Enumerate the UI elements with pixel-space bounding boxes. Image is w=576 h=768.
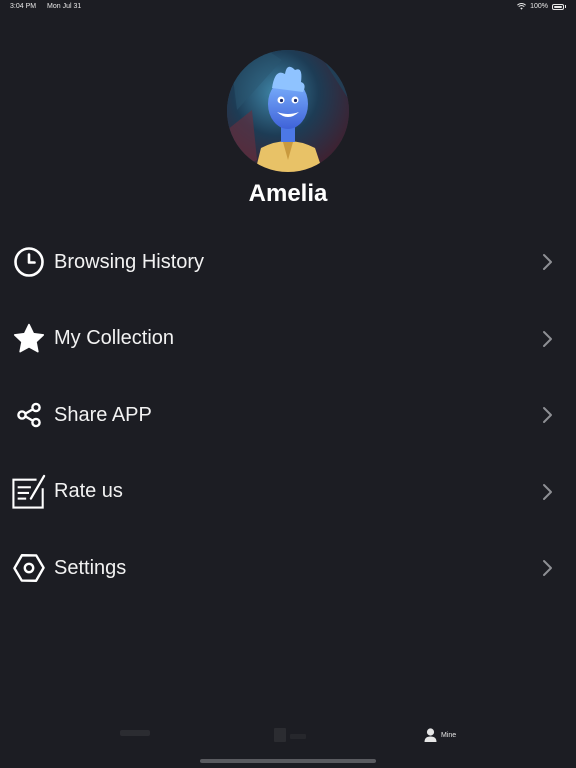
menu-item-my-collection[interactable]: My Collection <box>0 301 576 378</box>
tab-library[interactable] <box>274 728 306 742</box>
menu-item-label: My Collection <box>54 327 175 350</box>
wifi-icon <box>517 3 527 10</box>
chevron-right-icon <box>543 330 552 347</box>
status-bar: 3:04 PM Mon Jul 31 100% <box>0 0 576 14</box>
menu-item-label: Rate us <box>54 480 123 503</box>
tab-home[interactable] <box>120 728 150 738</box>
hexagon-gear-icon <box>12 551 46 585</box>
menu-item-share-app[interactable]: Share APP <box>0 377 576 454</box>
chevron-right-icon <box>543 560 552 577</box>
menu-item-label: Browsing History <box>54 250 205 273</box>
profile-menu: Browsing History My Collection Share APP… <box>0 224 576 607</box>
character-avatar-icon <box>227 50 349 172</box>
home-indicator[interactable] <box>200 759 376 763</box>
avatar[interactable] <box>227 50 349 172</box>
menu-item-rate-us[interactable]: Rate us <box>0 454 576 531</box>
battery-percent: 100% <box>530 3 548 10</box>
menu-item-settings[interactable]: Settings <box>0 530 576 607</box>
library-icon <box>274 728 306 742</box>
status-date: Mon Jul 31 <box>47 3 82 10</box>
menu-item-label: Settings <box>54 556 127 579</box>
battery-icon <box>552 3 564 10</box>
edit-note-icon <box>12 474 46 509</box>
user-name: Amelia <box>248 180 328 207</box>
chevron-right-icon <box>543 483 552 500</box>
share-icon <box>12 398 46 432</box>
profile-screen: 3:04 PM Mon Jul 31 100% Amelia Browsing … <box>0 0 576 768</box>
star-icon <box>12 322 46 356</box>
status-time: 3:04 PM <box>10 3 37 10</box>
tab-mine-label: Mine <box>441 731 457 739</box>
menu-item-label: Share APP <box>54 403 152 426</box>
status-right: 100% <box>517 3 566 10</box>
status-left: 3:04 PM Mon Jul 31 <box>10 3 90 10</box>
menu-item-browsing-history[interactable]: Browsing History <box>0 224 576 301</box>
tab-bar: Mine <box>0 720 576 768</box>
battery-tip <box>565 5 566 8</box>
person-icon <box>424 728 437 742</box>
chevron-right-icon <box>543 254 552 271</box>
clock-icon <box>12 245 46 279</box>
chevron-right-icon <box>543 407 552 424</box>
tab-mine[interactable]: Mine <box>424 728 456 742</box>
home-icon <box>120 730 150 736</box>
